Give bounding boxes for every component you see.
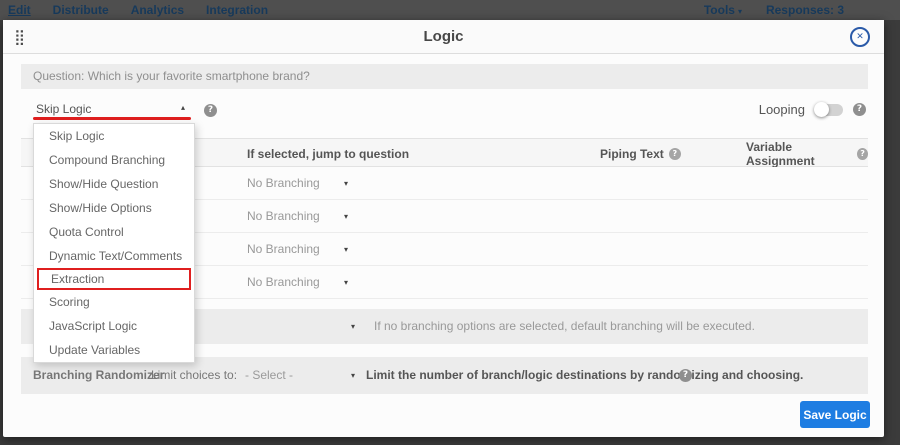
responses-count[interactable]: Responses: 3 [766,3,844,17]
menu-item-show-hide-options[interactable]: Show/Hide Options [34,196,194,220]
question-label: Question: Which is your favorite smartph… [21,64,868,89]
help-icon[interactable]: ? [204,104,217,117]
menu-item-compound-branching[interactable]: Compound Branching [34,148,194,172]
chevron-down-icon: ▾ [738,7,742,16]
help-icon[interactable]: ? [679,369,692,382]
menu-item-scoring[interactable]: Scoring [34,290,194,314]
menu-item-extraction[interactable]: Extraction [37,268,191,290]
jump-to-question-select[interactable]: No Branching [247,266,607,299]
close-icon[interactable]: ✕ [850,27,870,47]
jump-to-question-select[interactable]: No Branching [247,167,607,200]
looping-control: Looping ? [759,102,866,117]
chevron-down-icon: ▾ [344,233,348,266]
logic-type-dropdown-menu: Skip Logic Compound Branching Show/Hide … [33,123,195,363]
limit-choices-select[interactable]: - Select - [245,357,293,394]
default-branching-note: If no branching options are selected, de… [374,309,755,344]
menu-item-update-variables[interactable]: Update Variables [34,338,194,362]
nav-item-analytics[interactable]: Analytics [131,3,184,17]
tools-dropdown[interactable]: Tools▾ [704,3,742,17]
nav-menu: Edit Distribute Analytics Integration [0,3,704,17]
menu-item-dynamic-text-comments[interactable]: Dynamic Text/Comments [34,244,194,268]
logic-modal: ⣿ Logic ✕ Question: Which is your favori… [3,20,884,437]
randomizer-note: Limit the number of branch/logic destina… [366,357,803,394]
help-icon[interactable]: ? [669,148,681,160]
looping-toggle[interactable] [815,104,843,116]
jump-to-question-select[interactable]: No Branching [247,233,607,266]
menu-item-show-hide-question[interactable]: Show/Hide Question [34,172,194,196]
modal-header: ⣿ Logic ✕ [3,20,884,54]
menu-item-javascript-logic[interactable]: JavaScript Logic [34,314,194,338]
help-icon[interactable]: ? [857,148,868,160]
nav-item-distribute[interactable]: Distribute [53,3,109,17]
column-header-jump: If selected, jump to question [247,139,409,168]
menu-item-quota-control[interactable]: Quota Control [34,220,194,244]
chevron-down-icon[interactable]: ▾ [351,357,355,394]
chevron-down-icon[interactable]: ▾ [351,309,355,344]
modal-title: Logic [3,20,884,54]
column-header-variable: Variable Assignment? [746,139,868,168]
save-logic-button[interactable]: Save Logic [800,401,870,428]
column-header-piping: Piping Text? [600,139,681,168]
jump-to-question-select[interactable]: No Branching [247,200,607,233]
toggle-knob [814,102,829,117]
chevron-down-icon: ▾ [344,266,348,299]
looping-label: Looping [759,102,805,117]
chevron-down-icon: ▾ [344,200,348,233]
nav-item-integration[interactable]: Integration [206,3,268,17]
help-icon[interactable]: ? [853,103,866,116]
menu-item-skip-logic[interactable]: Skip Logic [34,124,194,148]
top-nav-bar: Edit Distribute Analytics Integration To… [0,0,900,20]
logic-type-value: Skip Logic [36,102,91,116]
chevron-down-icon: ▾ [344,167,348,200]
chevron-up-icon: ▴ [181,103,185,112]
nav-item-edit[interactable]: Edit [8,3,31,17]
red-underline-highlight [33,117,191,120]
